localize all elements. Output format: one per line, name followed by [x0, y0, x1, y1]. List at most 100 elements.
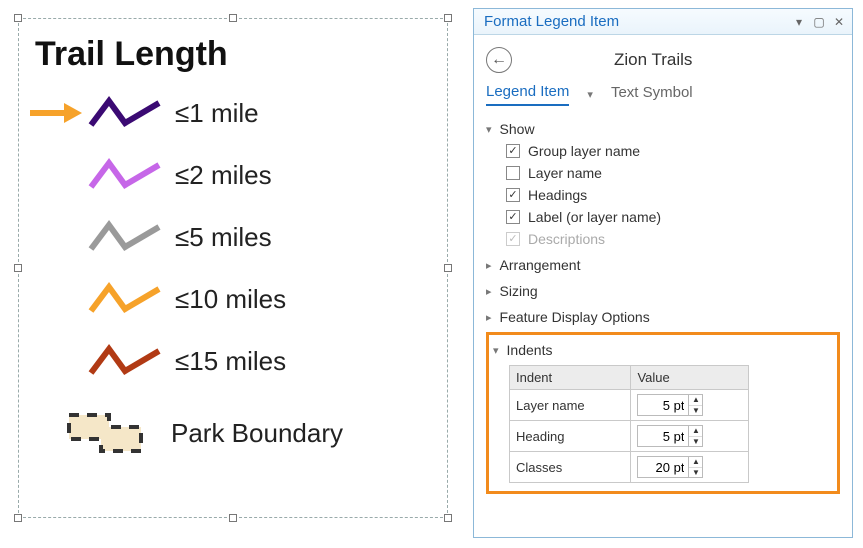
check-label: Label (or layer name): [528, 209, 661, 225]
section-toggle-feature-display[interactable]: Feature Display Options: [486, 306, 840, 328]
checkbox-icon: ✓: [506, 210, 520, 224]
spin-up-icon[interactable]: ▲: [689, 395, 702, 406]
legend-item-label: ≤15 miles: [169, 346, 286, 377]
panel-tabs: Legend Item ▾ Text Symbol: [486, 83, 840, 106]
format-legend-item-panel: Format Legend Item ▾ ▢ ✕ ← Zion Trails L…: [473, 8, 853, 538]
classes-indent-spinner[interactable]: ▲▼: [637, 456, 703, 478]
spin-up-icon[interactable]: ▲: [689, 426, 702, 437]
indent-name: Layer name: [510, 390, 631, 421]
section-feature-display: Feature Display Options: [486, 306, 840, 328]
tab-text-symbol[interactable]: Text Symbol: [611, 84, 693, 105]
menu-icon[interactable]: ▾: [792, 15, 806, 29]
section-toggle-show[interactable]: Show: [486, 118, 840, 140]
maximize-icon[interactable]: ▢: [812, 15, 826, 29]
layout-canvas[interactable]: Trail Length ≤1 mile ≤2: [8, 8, 458, 530]
section-show: Show ✓ Group layer name Layer name ✓ Headi…: [486, 118, 840, 250]
resize-handle[interactable]: [14, 264, 22, 272]
section-label: Indents: [507, 342, 553, 358]
section-sizing: Sizing: [486, 280, 840, 302]
layer-name-indent-input[interactable]: [638, 395, 688, 415]
col-value: Value: [631, 366, 749, 390]
section-toggle-arrangement[interactable]: Arrangement: [486, 254, 840, 276]
legend-item-label: ≤10 miles: [169, 284, 286, 315]
boundary-symbol: [45, 405, 165, 461]
legend-item-label: Park Boundary: [165, 418, 343, 449]
check-layer-name[interactable]: Layer name: [506, 162, 840, 184]
panel-title: Format Legend Item: [484, 13, 619, 30]
resize-handle[interactable]: [229, 514, 237, 522]
highlighted-indents-section: Indents Indent Value Layer name ▲▼: [486, 332, 840, 494]
resize-handle[interactable]: [229, 14, 237, 22]
table-row: Layer name ▲▼: [510, 390, 749, 421]
heading-indent-spinner[interactable]: ▲▼: [637, 425, 703, 447]
close-icon[interactable]: ✕: [832, 15, 846, 29]
spin-up-icon[interactable]: ▲: [689, 457, 702, 468]
indent-name: Heading: [510, 421, 631, 452]
table-row: Heading ▲▼: [510, 421, 749, 452]
resize-handle[interactable]: [14, 14, 22, 22]
panel-header-row: ← Zion Trails: [486, 47, 840, 73]
indent-value-cell: ▲▼: [631, 390, 749, 421]
spin-down-icon[interactable]: ▼: [689, 437, 702, 447]
col-indent: Indent: [510, 366, 631, 390]
show-options: ✓ Group layer name Layer name ✓ Headings ✓…: [486, 140, 840, 250]
resize-handle[interactable]: [444, 264, 452, 272]
indent-name: Classes: [510, 452, 631, 483]
table-row: Classes ▲▼: [510, 452, 749, 483]
section-label: Arrangement: [500, 257, 581, 273]
check-label[interactable]: ✓ Label (or layer name): [506, 206, 840, 228]
panel-body: ← Zion Trails Legend Item ▾ Text Symbol …: [474, 35, 852, 504]
legend-item: ≤5 miles: [27, 206, 447, 268]
section-toggle-sizing[interactable]: Sizing: [486, 280, 840, 302]
legend-item: ≤2 miles: [27, 144, 447, 206]
tab-dropdown-icon[interactable]: ▾: [587, 88, 593, 101]
back-button[interactable]: ←: [486, 47, 512, 73]
spin-down-icon[interactable]: ▼: [689, 406, 702, 416]
legend-items: ≤1 mile ≤2 miles ≤5 miles: [19, 82, 447, 464]
legend-selection-box[interactable]: Trail Length ≤1 mile ≤2: [18, 18, 448, 518]
check-descriptions: ✓ Descriptions: [506, 228, 840, 250]
legend-title: Trail Length: [19, 19, 447, 82]
legend-item-boundary: Park Boundary: [27, 402, 447, 464]
trail-symbol: [83, 155, 169, 195]
trail-symbol: [83, 217, 169, 257]
check-label: Layer name: [528, 165, 602, 181]
checkbox-icon: [506, 166, 520, 180]
trail-symbol: [83, 341, 169, 381]
legend-item-label: ≤1 mile: [169, 98, 259, 129]
legend-item: ≤10 miles: [27, 268, 447, 330]
legend-item: ≤1 mile: [27, 82, 447, 144]
classes-indent-input[interactable]: [638, 457, 688, 477]
checkbox-icon: ✓: [506, 144, 520, 158]
indent-value-cell: ▲▼: [631, 452, 749, 483]
legend-item-label: ≤2 miles: [169, 160, 272, 191]
resize-handle[interactable]: [14, 514, 22, 522]
trail-symbol: [83, 279, 169, 319]
heading-indent-input[interactable]: [638, 426, 688, 446]
section-toggle-indents[interactable]: Indents: [491, 339, 831, 361]
tab-legend-item[interactable]: Legend Item: [486, 83, 569, 106]
resize-handle[interactable]: [444, 514, 452, 522]
check-label: Headings: [528, 187, 587, 203]
trail-symbol: [83, 93, 169, 133]
section-label: Sizing: [500, 283, 538, 299]
panel-title-bar[interactable]: Format Legend Item ▾ ▢ ✕: [474, 9, 852, 35]
selection-arrow: [27, 100, 83, 126]
layer-name-indent-spinner[interactable]: ▲▼: [637, 394, 703, 416]
check-headings[interactable]: ✓ Headings: [506, 184, 840, 206]
checkbox-icon: ✓: [506, 188, 520, 202]
indents-table: Indent Value Layer name ▲▼ Heading: [509, 365, 749, 483]
check-label: Group layer name: [528, 143, 640, 159]
section-label: Feature Display Options: [500, 309, 650, 325]
legend-item: ≤15 miles: [27, 330, 447, 392]
section-arrangement: Arrangement: [486, 254, 840, 276]
spin-down-icon[interactable]: ▼: [689, 468, 702, 478]
legend-item-label: ≤5 miles: [169, 222, 272, 253]
indent-value-cell: ▲▼: [631, 421, 749, 452]
check-label: Descriptions: [528, 231, 605, 247]
section-label: Show: [500, 121, 535, 137]
checkbox-icon: ✓: [506, 232, 520, 246]
panel-controls: ▾ ▢ ✕: [792, 15, 846, 29]
check-group-layer-name[interactable]: ✓ Group layer name: [506, 140, 840, 162]
resize-handle[interactable]: [444, 14, 452, 22]
